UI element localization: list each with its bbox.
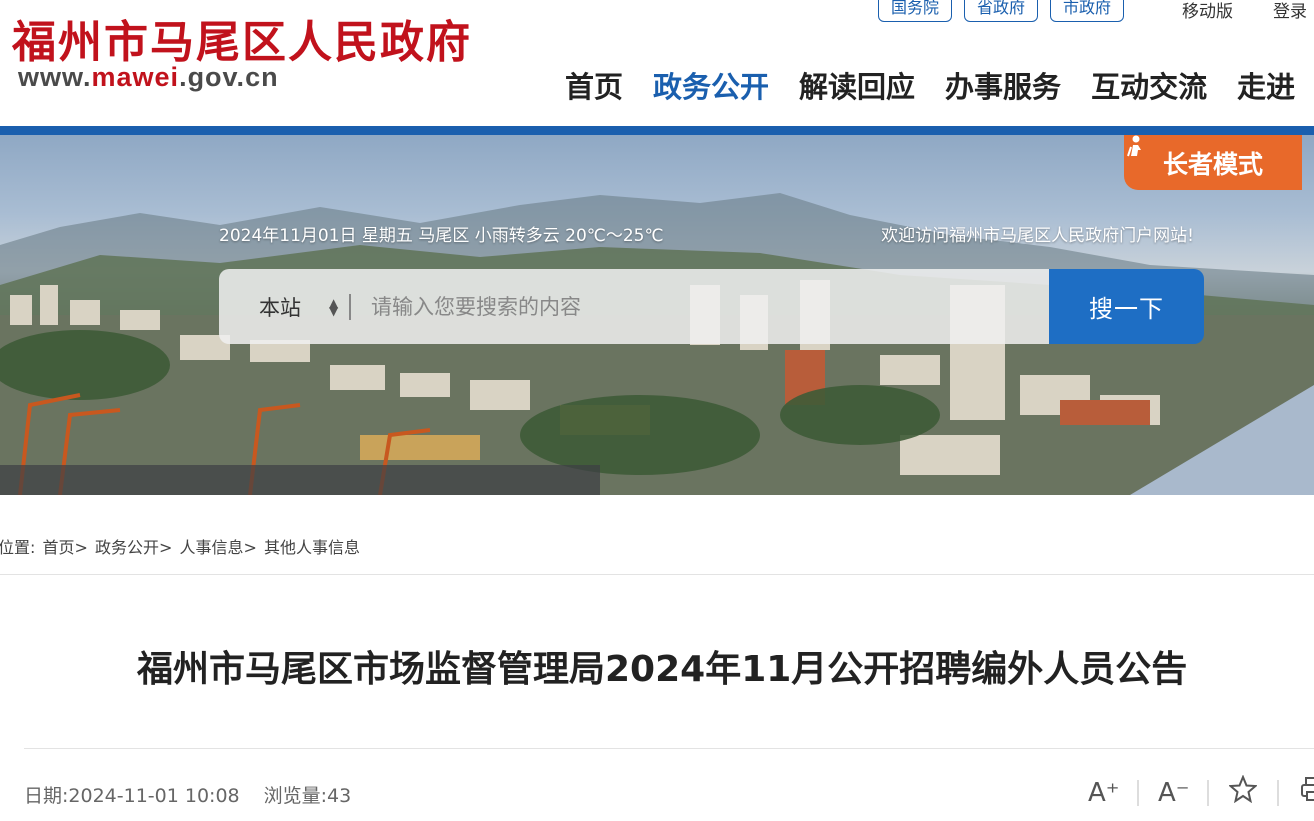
breadcrumb-divider <box>0 574 1314 575</box>
printer-icon[interactable] <box>1298 775 1314 810</box>
url-suffix: .gov.cn <box>179 62 279 92</box>
search-input[interactable] <box>369 293 973 320</box>
link-shizhengfu[interactable]: 市政府 <box>1050 0 1125 22</box>
header-divider <box>0 126 1314 135</box>
link-shengzhengfu[interactable]: 省政府 <box>964 0 1039 22</box>
elder-person-icon <box>1127 135 1141 157</box>
date-label: 日期: <box>24 785 69 807</box>
breadcrumb-personnel[interactable]: 人事信息> <box>180 538 257 557</box>
site-title[interactable]: 福州市马尾区人民政府 <box>12 6 472 70</box>
star-icon[interactable] <box>1227 774 1259 810</box>
site-url: www.mawei.gov.cn <box>18 62 279 93</box>
link-mobile[interactable]: 移动版 <box>1182 0 1233 22</box>
article-tools: A⁺ A⁻ <box>1088 774 1314 810</box>
font-larger-button[interactable]: A⁺ <box>1088 778 1120 808</box>
main-nav: 首页 政务公开 解读回应 办事服务 互动交流 走进 <box>565 64 1295 106</box>
tool-separator <box>1277 779 1279 806</box>
top-links: 国务院 省政府 市政府 <box>878 0 1125 22</box>
views-value: 43 <box>327 785 352 807</box>
nav-interaction[interactable]: 互动交流 <box>1091 64 1207 106</box>
url-highlight: mawei <box>91 62 180 92</box>
nav-gov-affairs[interactable]: 政务公开 <box>653 64 769 106</box>
breadcrumb-gov-affairs[interactable]: 政务公开> <box>95 538 172 557</box>
search-scope-value: 本站 <box>259 295 301 320</box>
elder-mode-label: 长者模式 <box>1162 149 1263 179</box>
search-divider <box>349 293 351 320</box>
link-login[interactable]: 登录 <box>1273 0 1307 22</box>
search-button[interactable]: 搜一下 <box>1049 269 1204 344</box>
article-meta: 日期:2024-11-01 10:08 浏览量:43 <box>24 781 351 808</box>
welcome-text: 欢迎访问福州市马尾区人民政府门户网站! <box>881 226 1194 246</box>
nav-services[interactable]: 办事服务 <box>945 64 1061 106</box>
elder-mode-button[interactable]: 长者模式 <box>1124 135 1302 190</box>
link-guowuyuan[interactable]: 国务院 <box>878 0 953 22</box>
title-divider <box>24 748 1314 749</box>
nav-home[interactable]: 首页 <box>565 64 623 106</box>
nav-interpretation[interactable]: 解读回应 <box>799 64 915 106</box>
weather-info: 2024年11月01日 星期五 马尾区 小雨转多云 20℃～25℃ <box>219 226 664 246</box>
date-value: 2024-11-01 10:08 <box>68 785 240 807</box>
article-title: 福州市马尾区市场监督管理局2024年11月公开招聘编外人员公告 <box>137 649 1188 690</box>
banner: 长者模式 2024年11月01日 星期五 马尾区 小雨转多云 20℃～25℃ 欢… <box>0 135 1314 495</box>
views-label: 浏览量: <box>263 785 328 807</box>
search-box: 本站 ▲ ▼ <box>219 269 1049 344</box>
breadcrumb-other-personnel[interactable]: 其他人事信息 <box>264 538 360 557</box>
updown-arrow-icon: ▲ ▼ <box>329 295 339 318</box>
breadcrumb-prefix: 位置: <box>0 538 36 557</box>
search-scope-select[interactable]: 本站 ▲ ▼ <box>219 292 349 322</box>
breadcrumb: 位置: 首页> 政务公开> 人事信息> 其他人事信息 <box>0 534 362 558</box>
font-smaller-button[interactable]: A⁻ <box>1158 778 1190 808</box>
url-prefix: www. <box>18 62 92 92</box>
tool-separator <box>1207 779 1209 806</box>
search-bar: 本站 ▲▼ 搜一下 <box>219 269 1204 344</box>
breadcrumb-home[interactable]: 首页> <box>43 538 88 557</box>
tool-separator <box>1137 779 1139 806</box>
nav-enter[interactable]: 走进 <box>1237 64 1295 106</box>
